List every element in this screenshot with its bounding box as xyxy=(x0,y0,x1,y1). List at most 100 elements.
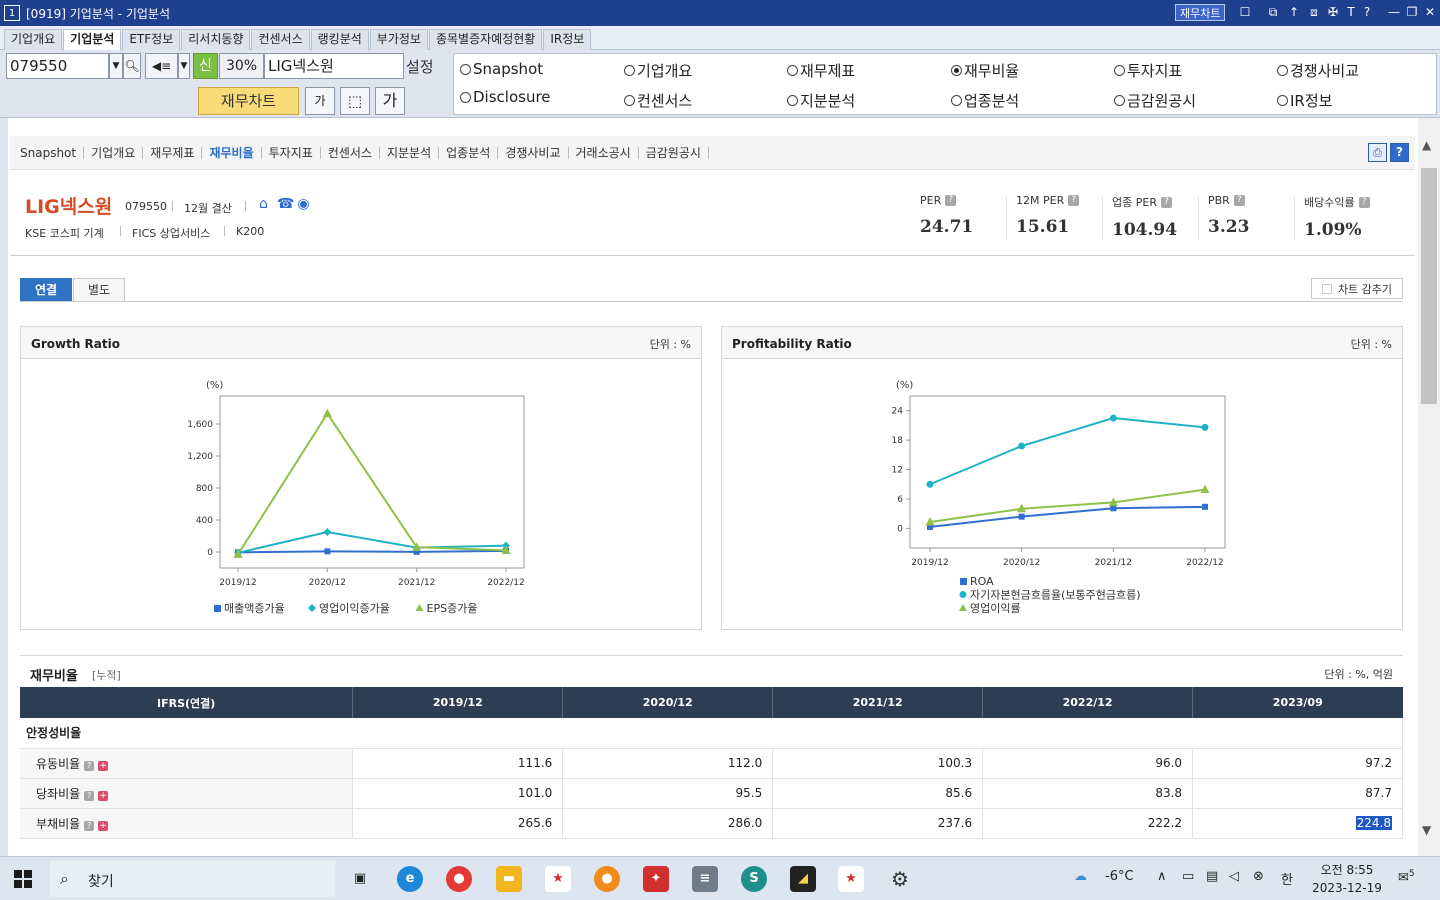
subnav-fss-disclosure[interactable]: 금감원공시 xyxy=(639,146,709,159)
radio-snapshot[interactable]: Snapshot xyxy=(460,60,543,78)
close-icon[interactable]: ✕ xyxy=(1423,5,1437,19)
radio-overview[interactable]: 기업개요 xyxy=(624,60,692,81)
radio-competitors[interactable]: 경쟁사비교 xyxy=(1277,60,1359,81)
maximize-icon[interactable]: ❐ xyxy=(1405,5,1419,19)
question-icon[interactable]: ? xyxy=(84,760,95,771)
table-cell[interactable]: 224.8 xyxy=(1192,808,1403,839)
font-increase-button[interactable]: 가 xyxy=(375,87,405,115)
radio-shareholding[interactable]: 지분분석 xyxy=(787,90,855,111)
question-icon[interactable]: ? xyxy=(84,790,95,801)
subnav-competitors[interactable]: 경쟁사비교 xyxy=(498,146,569,159)
radio-investment[interactable]: 투자지표 xyxy=(1114,60,1182,81)
print-icon[interactable]: ⎙ xyxy=(1368,143,1387,162)
expand-plus-icon[interactable]: + xyxy=(98,790,109,801)
home-icon[interactable]: ⌂ xyxy=(256,197,271,212)
expand-plus-icon[interactable]: + xyxy=(98,820,109,831)
taskbar-search[interactable]: ⌕ 찾기 xyxy=(50,861,335,897)
location-pin-icon[interactable]: ◉ xyxy=(296,197,311,212)
up-arrow-icon[interactable]: ↑ xyxy=(1287,5,1301,19)
chart-icon[interactable]: ☐ xyxy=(1238,5,1252,19)
speaker-dropdown-icon[interactable]: ▼ xyxy=(178,53,190,79)
question-icon[interactable]: ? xyxy=(1358,196,1370,208)
hts-active-icon[interactable]: ★ xyxy=(838,866,864,892)
screenshot-icon[interactable]: ⬚ xyxy=(340,87,370,115)
subnav-consensus[interactable]: 컨센서스 xyxy=(321,146,380,159)
subnav-industry[interactable]: 업종분석 xyxy=(439,146,499,159)
help-icon[interactable]: ? xyxy=(1360,5,1374,19)
scroll-down-icon[interactable]: ▼ xyxy=(1422,823,1431,837)
expand-plus-icon[interactable]: + xyxy=(98,760,109,771)
copy-icon[interactable]: ⧈ xyxy=(1307,5,1321,19)
volume-icon[interactable]: ◁ xyxy=(1229,869,1239,884)
calculator-icon[interactable]: ≡ xyxy=(692,866,718,892)
top-tab-ranking[interactable]: 랭킹분석 xyxy=(310,29,369,50)
subnav-shareholding[interactable]: 지분분석 xyxy=(380,146,440,159)
top-tab-extra[interactable]: 부가정보 xyxy=(369,29,428,50)
radio-industry[interactable]: 업종분석 xyxy=(951,90,1019,111)
hts-app-icon[interactable]: ★ xyxy=(545,866,571,892)
app-teal-icon[interactable]: S xyxy=(741,866,767,892)
question-icon[interactable]: ? xyxy=(945,195,957,206)
question-icon[interactable]: ? xyxy=(1068,195,1080,206)
mute-icon[interactable]: ⊗ xyxy=(1253,869,1264,884)
app-red-icon[interactable]: ✦ xyxy=(643,866,669,892)
scroll-up-icon[interactable]: ▲ xyxy=(1422,138,1431,152)
question-icon[interactable]: ? xyxy=(1160,196,1172,208)
ime-indicator[interactable]: 한 xyxy=(1281,869,1293,888)
phone-icon[interactable]: ☎ xyxy=(277,197,294,212)
titlebar-fin-chart-button[interactable]: 재무차트 xyxy=(1175,4,1226,21)
chrome-icon[interactable]: ● xyxy=(446,866,472,892)
folder-icon[interactable]: ▬ xyxy=(496,866,522,892)
font-decrease-button[interactable]: 가 xyxy=(305,87,335,115)
question-icon[interactable]: ? xyxy=(1233,195,1245,206)
system-clock[interactable]: 오전 8:55 2023-12-19 xyxy=(1312,861,1382,897)
stock-code-input[interactable]: 079550 xyxy=(6,53,109,79)
tab-separate[interactable]: 별도 xyxy=(73,278,125,302)
app-orange-icon[interactable]: ● xyxy=(594,866,620,892)
notification-icon[interactable]: ✉5 xyxy=(1398,869,1415,885)
subnav-krx-disclosure[interactable]: 거래소공시 xyxy=(569,146,639,159)
radio-consensus[interactable]: 컨센서스 xyxy=(624,90,692,111)
radio-fss[interactable]: 금감원공시 xyxy=(1114,90,1196,111)
code-dropdown-icon[interactable]: ▼ xyxy=(109,53,123,79)
font-icon[interactable]: T xyxy=(1344,5,1358,19)
settings-gear-icon[interactable]: ⚙ xyxy=(887,866,913,892)
vertical-scrollbar[interactable]: ▲ ▼ xyxy=(1418,118,1440,856)
windows-start-icon[interactable] xyxy=(14,870,32,888)
subnav-statements[interactable]: 재무제표 xyxy=(143,146,203,159)
pin-icon[interactable]: ✠ xyxy=(1326,5,1340,19)
scroll-thumb[interactable] xyxy=(1421,168,1437,404)
weather-icon[interactable]: ☁ xyxy=(1074,869,1087,884)
top-tab-capital-increase[interactable]: 종목별증자예정현황 xyxy=(428,29,543,50)
subnav-snapshot[interactable]: Snapshot xyxy=(20,146,85,159)
sticky-notes-icon[interactable]: ◢ xyxy=(790,866,816,892)
hide-chart-button[interactable]: 차트 감추기 xyxy=(1311,278,1403,299)
subnav-ratios[interactable]: 재무비율 xyxy=(202,146,262,159)
subnav-overview[interactable]: 기업개요 xyxy=(84,146,144,159)
tab-consolidated[interactable]: 연결 xyxy=(20,278,72,302)
company-name-field[interactable]: LIG넥스원 xyxy=(264,53,404,79)
top-tab-etf[interactable]: ETF정보 xyxy=(122,29,181,50)
radio-statements[interactable]: 재무제표 xyxy=(787,60,855,81)
radio-disclosure[interactable]: Disclosure xyxy=(460,88,551,106)
radio-ratios[interactable]: 재무비율 xyxy=(951,60,1019,81)
chevron-up-icon[interactable]: ∧ xyxy=(1157,869,1167,884)
speaker-icon[interactable]: ◀≡ xyxy=(145,53,178,79)
top-tab-overview[interactable]: 기업개요 xyxy=(4,29,63,50)
subnav-investment[interactable]: 투자지표 xyxy=(262,146,321,159)
search-icon[interactable]: 🔍︎ xyxy=(123,53,141,79)
top-tab-research[interactable]: 리서치동향 xyxy=(181,29,251,50)
network-icon[interactable]: ▤ xyxy=(1206,869,1218,884)
link-icon[interactable]: ⧉ xyxy=(1266,5,1280,19)
help-circle-icon[interactable]: ? xyxy=(1390,143,1409,162)
top-tab-consensus[interactable]: 컨센서스 xyxy=(251,29,310,50)
minimize-icon[interactable]: — xyxy=(1387,5,1401,19)
edge-icon[interactable]: e xyxy=(397,866,423,892)
fin-chart-button[interactable]: 재무차트 xyxy=(198,87,299,115)
question-icon[interactable]: ? xyxy=(84,820,95,831)
top-tab-ir[interactable]: IR정보 xyxy=(543,29,592,50)
weather-temp[interactable]: -6°C xyxy=(1105,869,1134,884)
settings-button[interactable]: 설정 xyxy=(406,56,434,77)
task-view-icon[interactable]: ▣ xyxy=(347,866,373,892)
radio-ir[interactable]: IR정보 xyxy=(1277,90,1332,111)
